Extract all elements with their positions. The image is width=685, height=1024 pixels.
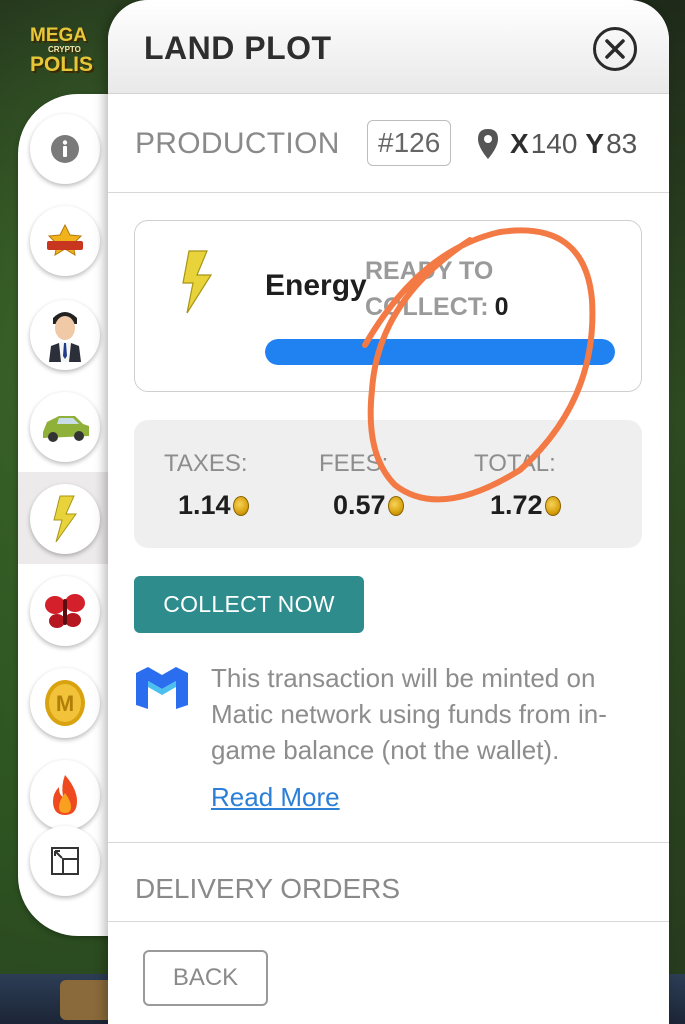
total-label: TOTAL: (474, 450, 556, 477)
businessman-avatar-icon (49, 312, 81, 362)
rail-expand-button[interactable] (30, 826, 100, 896)
rail-vehicle-button[interactable] (30, 392, 100, 462)
x-coordinate: 140 (530, 128, 578, 159)
logo-line-3: POLIS (30, 53, 94, 76)
production-row: PRODUCTION #126 X 140 Y 83 (108, 94, 669, 193)
game-logo: MEGA CRYPTO POLIS (28, 22, 110, 82)
butterfly-icon (45, 594, 85, 628)
energy-bolt-icon (53, 495, 77, 543)
ready-label-line1: READY TO (365, 257, 494, 285)
fees-value-row: 0.57 (333, 490, 459, 521)
car-icon (43, 416, 89, 442)
rail-citizen-button[interactable] (30, 300, 100, 370)
influence-badge-icon (47, 223, 83, 256)
production-label: PRODUCTION (135, 127, 340, 160)
ready-count: 0 (494, 293, 509, 321)
location-pin-icon (478, 129, 498, 159)
progress-fill (265, 339, 615, 365)
rail-fire-button[interactable] (30, 760, 100, 830)
expand-icon (51, 847, 79, 875)
ready-to-collect: READY TO COLLECT: 0 (365, 253, 525, 325)
coin-icon (544, 495, 561, 516)
resource-card: Energy READY TO COLLECT: 0 (134, 220, 642, 392)
fees-summary: TAXES: 1.14 FEES: 0.57 TOTAL: 1.72 (134, 420, 642, 548)
land-plot-panel: LAND PLOT PRODUCTION #126 X 140 Y 83 Ene… (108, 0, 669, 1024)
rail-butterfly-button[interactable] (30, 576, 100, 646)
taxes-label: TAXES: (164, 450, 248, 477)
transaction-info-text: This transaction will be minted on Matic… (211, 663, 607, 765)
panel-title: LAND PLOT (144, 30, 332, 66)
total-column: TOTAL: 1.72 (474, 450, 614, 521)
coin-icon: M (45, 680, 85, 726)
ready-label-line2: COLLECT: (365, 293, 489, 321)
plot-coordinates: X 140 Y 83 (476, 124, 645, 164)
coin-icon (387, 495, 404, 516)
taxes-value: 1.14 (178, 490, 231, 520)
plot-id-badge: #126 (367, 120, 452, 166)
matic-logo-icon (136, 667, 188, 709)
rail-influence-button[interactable] (30, 206, 100, 276)
rail-info-button[interactable] (30, 114, 100, 184)
panel-header: LAND PLOT (108, 0, 669, 94)
rail-coin-button[interactable]: M (30, 668, 100, 738)
resource-name: Energy (265, 269, 367, 302)
fire-icon (53, 775, 77, 815)
coin-icon (232, 495, 249, 516)
delivery-orders-label: DELIVERY ORDERS (135, 873, 401, 904)
y-coordinate: 83 (606, 128, 638, 159)
fees-label: FEES: (319, 450, 389, 477)
fees-value: 0.57 (333, 490, 386, 520)
total-value-row: 1.72 (490, 490, 614, 521)
collect-now-button[interactable]: COLLECT NOW (134, 576, 364, 633)
delivery-orders-row[interactable]: DELIVERY ORDERS (108, 842, 669, 922)
taxes-column: TAXES: 1.14 (164, 450, 304, 521)
back-button[interactable]: BACK (143, 950, 268, 1006)
close-icon (605, 39, 625, 59)
y-axis-label: Y (585, 128, 605, 159)
energy-bolt-icon (182, 250, 213, 314)
info-icon (51, 135, 79, 163)
taxes-value-row: 1.14 (178, 490, 304, 521)
rail-energy-button[interactable] (30, 484, 100, 554)
svg-text:M: M (56, 691, 74, 716)
close-button[interactable] (593, 27, 637, 71)
logo-line-1: MEGA (30, 25, 87, 46)
read-more-link[interactable]: Read More (211, 782, 340, 813)
fees-column: FEES: 0.57 (319, 450, 459, 521)
production-progress-bar (265, 339, 615, 365)
x-axis-label: X (510, 128, 529, 159)
total-value: 1.72 (490, 490, 543, 520)
